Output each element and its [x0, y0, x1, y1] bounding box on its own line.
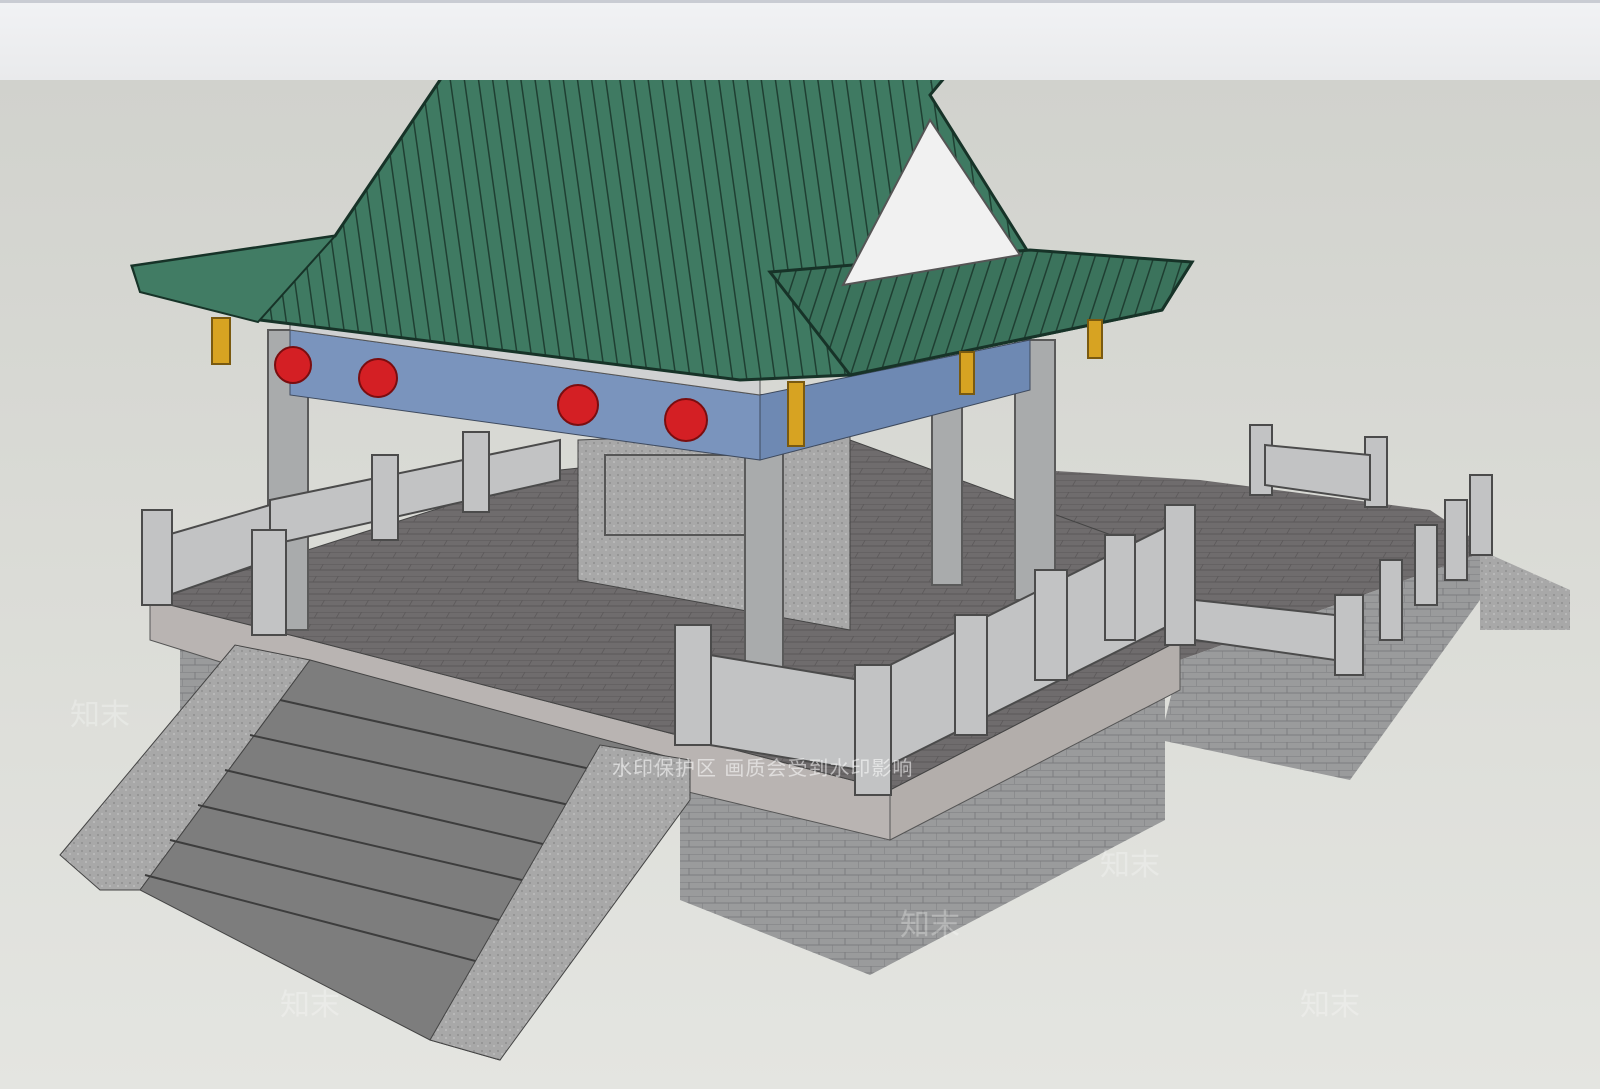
pavilion-model-icon[interactable]	[0, 80, 1600, 1089]
modeling-viewport[interactable]: 水印保护区 画质会受到水印影响 知末 知末 知末 知末 知末	[0, 80, 1600, 1089]
watermark-brand: 知末	[1300, 988, 1360, 1023]
watermark-brand: 知末	[70, 698, 130, 733]
toolbar-strip	[0, 0, 1600, 80]
watermark-brand: 知末	[280, 988, 340, 1023]
watermark-brand: 知末	[900, 908, 960, 943]
watermark-brand: 知末	[1100, 848, 1160, 883]
watermark-banner: 水印保护区 画质会受到水印影响	[612, 756, 914, 780]
